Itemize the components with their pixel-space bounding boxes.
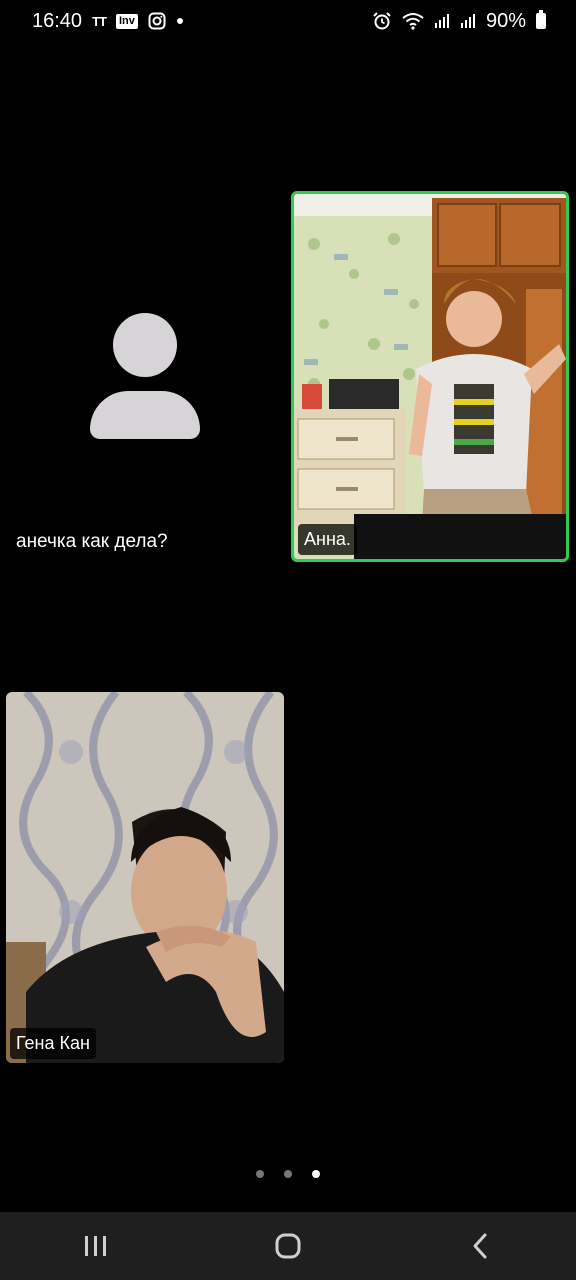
instagram-icon [148,12,166,30]
participant-name: Анна. [298,524,357,555]
clock: 16:40 [32,9,83,32]
alarm-icon [372,11,392,31]
navigation-bar [0,1212,576,1280]
home-button[interactable] [258,1216,318,1276]
signal-icon [460,13,476,29]
back-button[interactable] [450,1216,510,1276]
status-right: 90% [372,10,546,33]
page-dot[interactable] [256,1170,264,1178]
avatar-head-icon [113,313,177,377]
dot-icon [176,17,184,25]
home-icon [275,1233,301,1259]
participant-tile-gena[interactable]: Гена Кан [6,692,284,1063]
screen: 16:40 TT Inv 90% анечка как дела? Анна. … [0,0,576,1280]
participant-video [6,692,284,1063]
page-dot[interactable] [284,1170,292,1178]
status-left: 16:40 TT Inv [32,10,184,33]
back-icon [473,1233,487,1259]
avatar-body-icon [90,391,200,439]
status-bar: 16:40 TT Inv 90% [0,0,576,42]
wifi-icon [402,12,424,30]
tt-icon: TT [92,13,107,29]
recents-icon [85,1236,106,1256]
page-indicator [0,1170,576,1178]
avatar-participant-name: анечка как дела? [16,531,168,552]
battery-icon [536,10,546,29]
participant-name: Гена Кан [10,1028,96,1059]
avatar-participant-tile[interactable]: анечка как дела? [8,191,284,562]
participant-video [294,194,566,559]
battery-percent: 90% [485,9,526,32]
participant-tile-anna[interactable]: Анна. [291,191,569,562]
inv-icon: Inv [115,13,138,29]
page-dot-active[interactable] [312,1170,320,1178]
recents-button[interactable] [66,1216,126,1276]
signal-icon [434,13,450,29]
